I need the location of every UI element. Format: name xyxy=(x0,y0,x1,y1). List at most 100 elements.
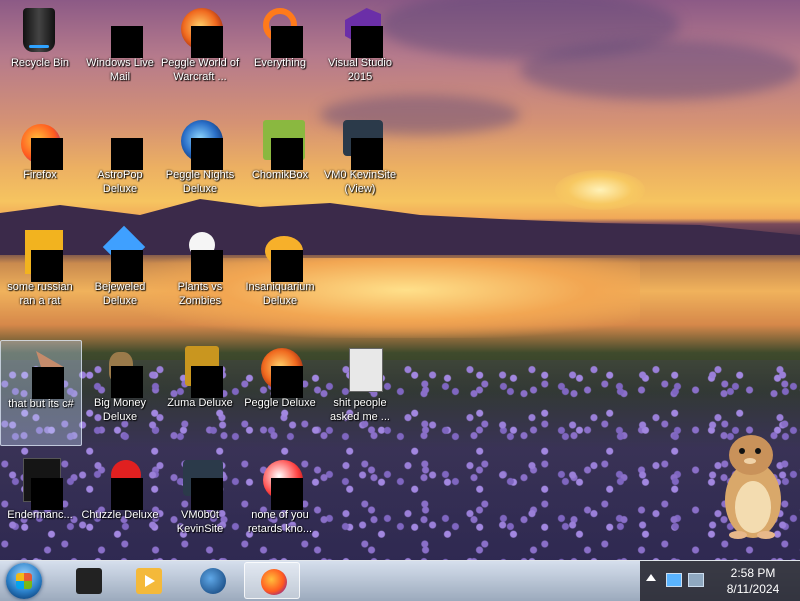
desktop-icon-recycle-bin[interactable]: Recycle Bin xyxy=(0,0,80,104)
desktop-icon-endermanch[interactable]: Endermanc... xyxy=(0,452,80,556)
censor-block xyxy=(191,26,223,58)
desktop-icon-peggle-wow[interactable]: Peggle World of Warcraft ... xyxy=(160,0,240,104)
icon-label: shit people asked me ... xyxy=(330,397,390,423)
desktop-icon-chomikbox[interactable]: ChomikBox xyxy=(240,112,320,216)
wallpaper-cloud xyxy=(520,40,800,100)
chuzzle-icon xyxy=(95,458,145,510)
desktop-icon-insaniquarium[interactable]: Insaniquarium Deluxe xyxy=(240,224,320,328)
censor-block xyxy=(271,138,303,170)
media-player-icon xyxy=(136,568,162,594)
virtual-pc-icon xyxy=(76,568,102,594)
censor-block xyxy=(191,366,223,398)
desktop-icon-peggle-nights[interactable]: Peggle Nights Deluxe xyxy=(160,112,240,216)
censor-block xyxy=(191,138,223,170)
vm-icon xyxy=(175,458,225,510)
icon-label: Zuma Deluxe xyxy=(167,397,233,409)
desktop-icon-bejeweled[interactable]: Bejeweled Deluxe xyxy=(80,224,160,328)
censor-block xyxy=(31,250,63,282)
icon-label: VM0b0t KevinSite xyxy=(176,509,224,535)
censor-block xyxy=(191,250,223,282)
taskbar-button-firefox[interactable] xyxy=(244,562,300,599)
display-icon[interactable] xyxy=(688,573,704,587)
recycle-bin-graphic xyxy=(23,8,55,52)
censor-block xyxy=(191,478,223,510)
everything-icon xyxy=(255,6,305,58)
censor-block xyxy=(111,478,143,510)
visual-studio-icon xyxy=(335,6,385,58)
desktop-icon-vm[interactable]: VM0b0t KevinSite xyxy=(160,452,240,556)
show-hidden-icons-arrow-icon[interactable] xyxy=(646,574,656,581)
network-icon[interactable] xyxy=(666,573,682,587)
icon-label: Peggle Deluxe xyxy=(244,397,316,409)
icon-label: Big Money Deluxe xyxy=(94,397,146,423)
desktop-icon-peggle-deluxe[interactable]: Peggle Deluxe xyxy=(240,340,320,444)
desktop-icon-zuma[interactable]: Zuma Deluxe xyxy=(160,340,240,444)
insaniquarium-icon xyxy=(255,230,305,282)
chomikbox-icon xyxy=(255,118,305,170)
notification-area: 2:58 PM 8/11/2024 xyxy=(640,561,800,601)
vm-view-icon xyxy=(335,118,385,170)
censor-block xyxy=(31,478,63,510)
desktop-icon-big-money[interactable]: Big Money Deluxe xyxy=(80,340,160,444)
clock-date: 8/11/2024 xyxy=(726,582,780,596)
desktop-icon-app-ball[interactable]: none of you retards kno... xyxy=(240,452,320,556)
icon-label: Recycle Bin xyxy=(10,57,70,69)
censor-block xyxy=(351,138,383,170)
desktop-icon-script-file[interactable]: some russian ran a rat xyxy=(0,224,80,328)
icon-label: Peggle World of Warcraft ... xyxy=(160,57,240,83)
desktop-icon-firefox[interactable]: Firefox xyxy=(0,112,80,216)
plants-vs-zombies-icon xyxy=(175,230,225,282)
icon-label: AstroPop Deluxe xyxy=(97,169,143,195)
desktop-icon-chuzzle[interactable]: Chuzzle Deluxe xyxy=(80,452,160,556)
hamster-mascot[interactable] xyxy=(718,425,788,540)
desktop-icon-visual-studio[interactable]: Visual Studio 2015 xyxy=(320,0,400,104)
icon-label: ChomikBox xyxy=(251,169,309,181)
recycle-bin-icon xyxy=(15,6,65,56)
icon-label: Endermanc... xyxy=(7,509,73,521)
censor-block xyxy=(271,478,303,510)
icon-label: Firefox xyxy=(23,169,57,181)
desktop-icon-windows-live-mail[interactable]: Windows Live Mail xyxy=(80,0,160,104)
censor-block xyxy=(271,26,303,58)
censor-block xyxy=(31,138,63,170)
taskbar-button-media-player[interactable] xyxy=(120,562,176,599)
desktop-icon-folder[interactable]: shit people asked me ... xyxy=(320,340,400,444)
desktop-icon-everything[interactable]: Everything xyxy=(240,0,320,104)
censor-block xyxy=(271,250,303,282)
endermanch-icon xyxy=(15,458,65,510)
folder-icon xyxy=(335,346,385,396)
windows-live-mail-icon xyxy=(95,6,145,58)
desktop-wallpaper: Recycle Bin Windows Live Mail Peggle Wor… xyxy=(0,0,800,560)
shortcut-cursor-icon xyxy=(16,347,66,399)
windows-start-orb-icon[interactable] xyxy=(6,563,42,599)
firefox-icon xyxy=(15,118,65,170)
censor-block xyxy=(271,366,303,398)
desktop-icon-astropop[interactable]: AstroPop Deluxe xyxy=(80,112,160,216)
censor-block xyxy=(351,26,383,58)
desktop-icon-that-but-its-csharp[interactable]: that but its c# xyxy=(0,340,82,446)
astropop-icon xyxy=(95,118,145,170)
censor-block xyxy=(111,26,143,58)
icon-label: Windows Live Mail xyxy=(86,57,154,83)
peggle-icon xyxy=(255,346,305,398)
icon-label: Visual Studio 2015 xyxy=(327,57,392,83)
desktop-icon-vm-view[interactable]: VM0 KevinSite (View) xyxy=(320,112,400,216)
zuma-icon xyxy=(175,346,225,398)
icon-label: that but its c# xyxy=(8,398,74,410)
script-file-icon xyxy=(15,230,65,282)
peggle-nights-icon xyxy=(175,118,225,170)
firefox-icon xyxy=(261,569,287,595)
desktop-icon-plants-vs-zombies[interactable]: Plants vs Zombies xyxy=(160,224,240,328)
app-ball-icon xyxy=(255,458,305,510)
globe-icon xyxy=(200,568,226,594)
big-money-icon xyxy=(95,346,145,398)
icon-label: Peggle Nights Deluxe xyxy=(165,169,235,195)
icon-label: Everything xyxy=(254,57,306,69)
system-clock[interactable]: 2:58 PM 8/11/2024 xyxy=(714,565,792,597)
censor-block xyxy=(111,250,143,282)
icon-label: Insaniquarium Deluxe xyxy=(245,281,315,307)
taskbar-button-virtual-pc[interactable] xyxy=(60,562,116,599)
censor-block xyxy=(32,367,64,399)
taskbar-button-globe[interactable] xyxy=(184,562,240,599)
censor-block xyxy=(111,366,143,398)
